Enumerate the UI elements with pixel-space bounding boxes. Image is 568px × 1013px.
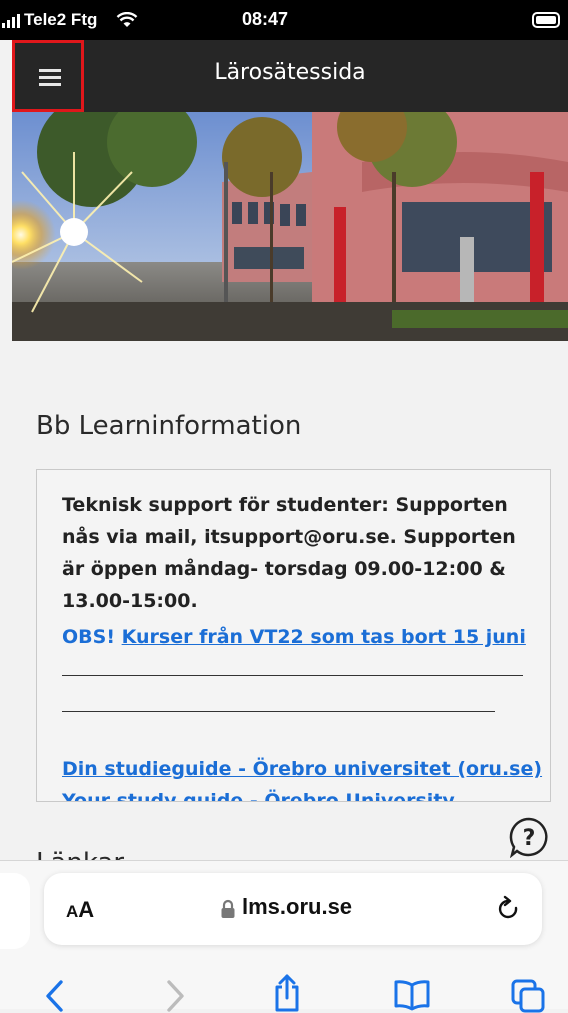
divider xyxy=(62,711,495,712)
info-box: Teknisk support för studenter: Supporten… xyxy=(36,469,551,802)
previous-tab-pill[interactable] xyxy=(0,873,30,949)
courses-removed-link[interactable]: Kurser från VT22 som tas bort 15 juni xyxy=(122,626,526,648)
text-size-button[interactable]: AA xyxy=(66,897,94,923)
page-title: Lärosätessida xyxy=(214,60,366,85)
obs-line: OBS! Kurser från VT22 som tas bort 15 ju… xyxy=(62,621,526,653)
browser-toolbar: AA lms.oru.se xyxy=(0,860,568,1013)
study-guide-link[interactable]: Din studieguide - Örebro universitet (or… xyxy=(62,753,542,785)
address-bar[interactable]: AA lms.oru.se xyxy=(44,873,542,945)
campus-hero-image xyxy=(12,112,568,341)
url-text: lms.oru.se xyxy=(242,894,353,919)
bookmarks-icon[interactable] xyxy=(393,979,431,1011)
battery-icon xyxy=(532,12,560,28)
section-title: Bb Learninformation xyxy=(36,411,302,441)
carrier-name: Tele2 Ftg xyxy=(24,10,98,29)
top-header: Lärosätessida xyxy=(12,40,568,112)
clock: 08:47 xyxy=(242,9,289,29)
wifi-icon xyxy=(116,12,138,27)
divider xyxy=(62,675,523,676)
lock-icon xyxy=(221,899,235,918)
share-icon[interactable] xyxy=(272,973,302,1013)
obs-label: OBS! xyxy=(62,626,115,648)
hamburger-menu-button[interactable] xyxy=(12,40,84,112)
support-text: Teknisk support för studenter: Supporten… xyxy=(62,494,516,612)
help-icon[interactable]: ? xyxy=(508,816,550,858)
status-bar: Tele2 Ftg 08:47 xyxy=(0,0,568,40)
study-guide-link-en[interactable]: Your study guide - Örebro University xyxy=(62,785,455,801)
reload-icon[interactable] xyxy=(496,895,522,923)
svg-text:?: ? xyxy=(523,826,536,851)
signal-icon xyxy=(2,14,20,28)
